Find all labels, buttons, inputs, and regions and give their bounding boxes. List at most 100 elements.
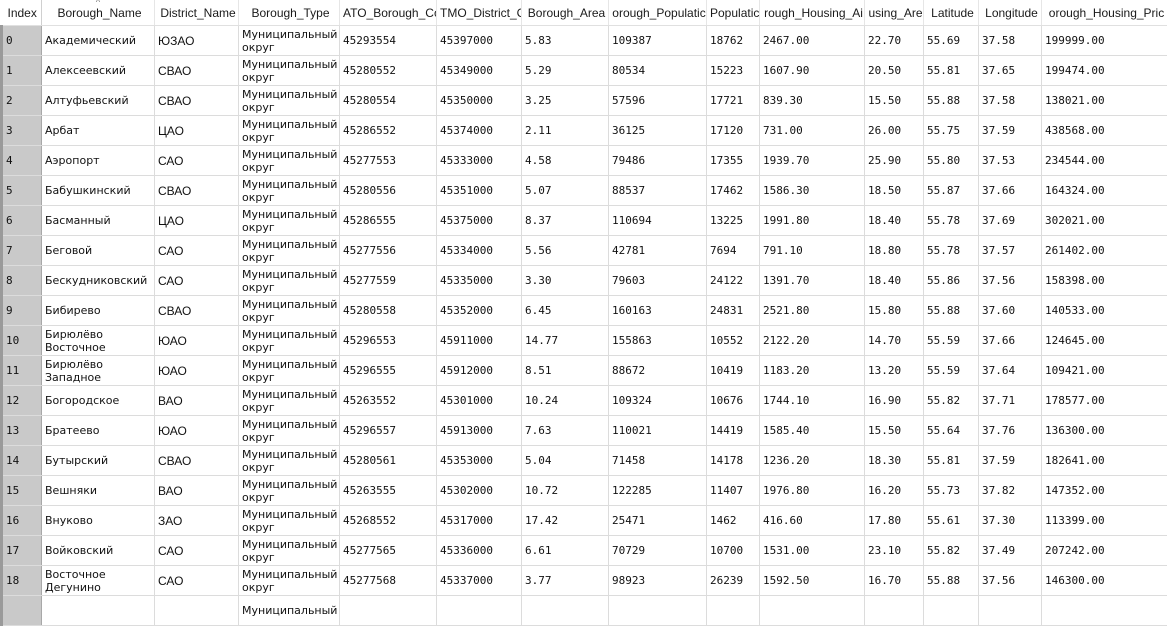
cell-borough-type[interactable]: Муниципальный bbox=[239, 596, 340, 626]
cell-tmo-district-code[interactable]: 45374000 bbox=[437, 116, 522, 146]
cell-latitude[interactable]: 55.88 bbox=[924, 296, 979, 326]
cell-district-name[interactable]: СВАО bbox=[155, 296, 239, 326]
row-index-cell[interactable]: 6 bbox=[2, 206, 42, 236]
column-header-latitude[interactable]: Latitude bbox=[924, 0, 979, 26]
cell-borough-housing-price[interactable]: 146300.00 bbox=[1042, 566, 1167, 596]
cell-district-name[interactable]: СВАО bbox=[155, 446, 239, 476]
cell-borough-housing-area[interactable]: 1183.20 bbox=[760, 356, 865, 386]
cell-borough-name[interactable]: Восточное Дегунино bbox=[42, 566, 155, 596]
cell-ato-borough-code[interactable] bbox=[340, 596, 437, 626]
row-index-cell[interactable]: 3 bbox=[2, 116, 42, 146]
cell-latitude[interactable]: 55.81 bbox=[924, 446, 979, 476]
cell-borough-housing-area[interactable]: 1585.40 bbox=[760, 416, 865, 446]
cell-borough-area[interactable]: 3.77 bbox=[522, 566, 609, 596]
table-row[interactable]: 15ВешнякиВАОМуниципальный округ452635554… bbox=[2, 476, 1167, 506]
cell-borough-housing-price[interactable]: 178577.00 bbox=[1042, 386, 1167, 416]
cell-ato-borough-code[interactable]: 45286555 bbox=[340, 206, 437, 236]
cell-population[interactable]: 26239 bbox=[707, 566, 760, 596]
table-row[interactable]: 7БеговойСАОМуниципальный округ4527755645… bbox=[2, 236, 1167, 266]
cell-tmo-district-code[interactable]: 45350000 bbox=[437, 86, 522, 116]
row-index-cell[interactable]: 12 bbox=[2, 386, 42, 416]
cell-latitude[interactable]: 55.64 bbox=[924, 416, 979, 446]
row-index-cell[interactable]: 0 bbox=[2, 26, 42, 56]
cell-borough-area[interactable]: 8.51 bbox=[522, 356, 609, 386]
row-index-cell[interactable]: 4 bbox=[2, 146, 42, 176]
cell-tmo-district-code[interactable]: 45337000 bbox=[437, 566, 522, 596]
cell-ato-borough-code[interactable]: 45277553 bbox=[340, 146, 437, 176]
cell-tmo-district-code[interactable]: 45333000 bbox=[437, 146, 522, 176]
cell-longitude[interactable]: 37.49 bbox=[979, 536, 1042, 566]
cell-district-name[interactable]: ЦАО bbox=[155, 206, 239, 236]
cell-borough-housing-price[interactable]: 261402.00 bbox=[1042, 236, 1167, 266]
cell-population[interactable]: 10700 bbox=[707, 536, 760, 566]
cell-borough-type[interactable]: Муниципальный округ bbox=[239, 146, 340, 176]
cell-longitude[interactable]: 37.58 bbox=[979, 26, 1042, 56]
cell-borough-name[interactable]: Бирюлёво Восточное bbox=[42, 326, 155, 356]
cell-borough-area[interactable]: 5.04 bbox=[522, 446, 609, 476]
cell-tmo-district-code[interactable]: 45334000 bbox=[437, 236, 522, 266]
cell-population[interactable]: 17355 bbox=[707, 146, 760, 176]
cell-borough-housing-price[interactable]: 136300.00 bbox=[1042, 416, 1167, 446]
cell-housing-area[interactable]: 16.90 bbox=[865, 386, 924, 416]
cell-borough-population[interactable] bbox=[609, 596, 707, 626]
cell-borough-type[interactable]: Муниципальный округ bbox=[239, 506, 340, 536]
column-header-borough-housing-area[interactable]: rough_Housing_Ai bbox=[760, 0, 865, 26]
cell-borough-type[interactable]: Муниципальный округ bbox=[239, 296, 340, 326]
table-row[interactable]: 9БибиревоСВАОМуниципальный округ45280558… bbox=[2, 296, 1167, 326]
cell-housing-area[interactable]: 15.50 bbox=[865, 86, 924, 116]
cell-borough-housing-price[interactable] bbox=[1042, 596, 1167, 626]
cell-borough-name[interactable]: Братеево bbox=[42, 416, 155, 446]
cell-borough-area[interactable]: 10.72 bbox=[522, 476, 609, 506]
cell-borough-housing-area[interactable]: 1939.70 bbox=[760, 146, 865, 176]
cell-ato-borough-code[interactable]: 45280552 bbox=[340, 56, 437, 86]
cell-borough-type[interactable]: Муниципальный округ bbox=[239, 446, 340, 476]
cell-borough-area[interactable]: 3.25 bbox=[522, 86, 609, 116]
cell-tmo-district-code[interactable]: 45352000 bbox=[437, 296, 522, 326]
cell-borough-name[interactable]: Войковский bbox=[42, 536, 155, 566]
cell-borough-housing-area[interactable]: 1586.30 bbox=[760, 176, 865, 206]
cell-latitude[interactable]: 55.73 bbox=[924, 476, 979, 506]
cell-latitude[interactable]: 55.69 bbox=[924, 26, 979, 56]
cell-borough-population[interactable]: 110021 bbox=[609, 416, 707, 446]
table-row[interactable]: 17ВойковскийСАОМуниципальный округ452775… bbox=[2, 536, 1167, 566]
table-row[interactable]: 2АлтуфьевскийСВАОМуниципальный округ4528… bbox=[2, 86, 1167, 116]
row-index-cell[interactable]: 10 bbox=[2, 326, 42, 356]
cell-borough-housing-price[interactable]: 138021.00 bbox=[1042, 86, 1167, 116]
cell-borough-housing-price[interactable]: 164324.00 bbox=[1042, 176, 1167, 206]
cell-borough-name[interactable]: Бескудниковский bbox=[42, 266, 155, 296]
table-row[interactable]: 10Бирюлёво ВосточноеЮАОМуниципальный окр… bbox=[2, 326, 1167, 356]
cell-borough-population[interactable]: 79486 bbox=[609, 146, 707, 176]
cell-borough-housing-price[interactable]: 182641.00 bbox=[1042, 446, 1167, 476]
cell-borough-housing-price[interactable]: 199999.00 bbox=[1042, 26, 1167, 56]
cell-borough-housing-price[interactable]: 147352.00 bbox=[1042, 476, 1167, 506]
cell-ato-borough-code[interactable]: 45280558 bbox=[340, 296, 437, 326]
cell-population[interactable]: 13225 bbox=[707, 206, 760, 236]
cell-population[interactable]: 10676 bbox=[707, 386, 760, 416]
cell-borough-type[interactable]: Муниципальный округ bbox=[239, 476, 340, 506]
cell-longitude[interactable]: 37.53 bbox=[979, 146, 1042, 176]
cell-borough-area[interactable]: 4.58 bbox=[522, 146, 609, 176]
cell-district-name[interactable] bbox=[155, 596, 239, 626]
cell-borough-area[interactable]: 6.61 bbox=[522, 536, 609, 566]
cell-latitude[interactable]: 55.78 bbox=[924, 236, 979, 266]
cell-borough-housing-area[interactable]: 1391.70 bbox=[760, 266, 865, 296]
cell-borough-area[interactable]: 7.63 bbox=[522, 416, 609, 446]
cell-latitude[interactable]: 55.87 bbox=[924, 176, 979, 206]
column-header-district-name[interactable]: District_Name bbox=[155, 0, 239, 26]
cell-borough-type[interactable]: Муниципальный округ bbox=[239, 416, 340, 446]
cell-borough-name[interactable]: Бирюлёво Западное bbox=[42, 356, 155, 386]
cell-district-name[interactable]: ЦАО bbox=[155, 116, 239, 146]
cell-ato-borough-code[interactable]: 45286552 bbox=[340, 116, 437, 146]
table-row[interactable]: 18Восточное ДегуниноСАОМуниципальный окр… bbox=[2, 566, 1167, 596]
cell-borough-type[interactable]: Муниципальный округ bbox=[239, 176, 340, 206]
cell-longitude[interactable]: 37.65 bbox=[979, 56, 1042, 86]
cell-tmo-district-code[interactable]: 45911000 bbox=[437, 326, 522, 356]
cell-population[interactable]: 17721 bbox=[707, 86, 760, 116]
cell-latitude[interactable]: 55.88 bbox=[924, 86, 979, 116]
cell-tmo-district-code[interactable]: 45317000 bbox=[437, 506, 522, 536]
cell-latitude[interactable]: 55.81 bbox=[924, 56, 979, 86]
row-index-cell[interactable]: 14 bbox=[2, 446, 42, 476]
cell-ato-borough-code[interactable]: 45263552 bbox=[340, 386, 437, 416]
cell-district-name[interactable]: ВАО bbox=[155, 476, 239, 506]
cell-borough-area[interactable]: 5.07 bbox=[522, 176, 609, 206]
